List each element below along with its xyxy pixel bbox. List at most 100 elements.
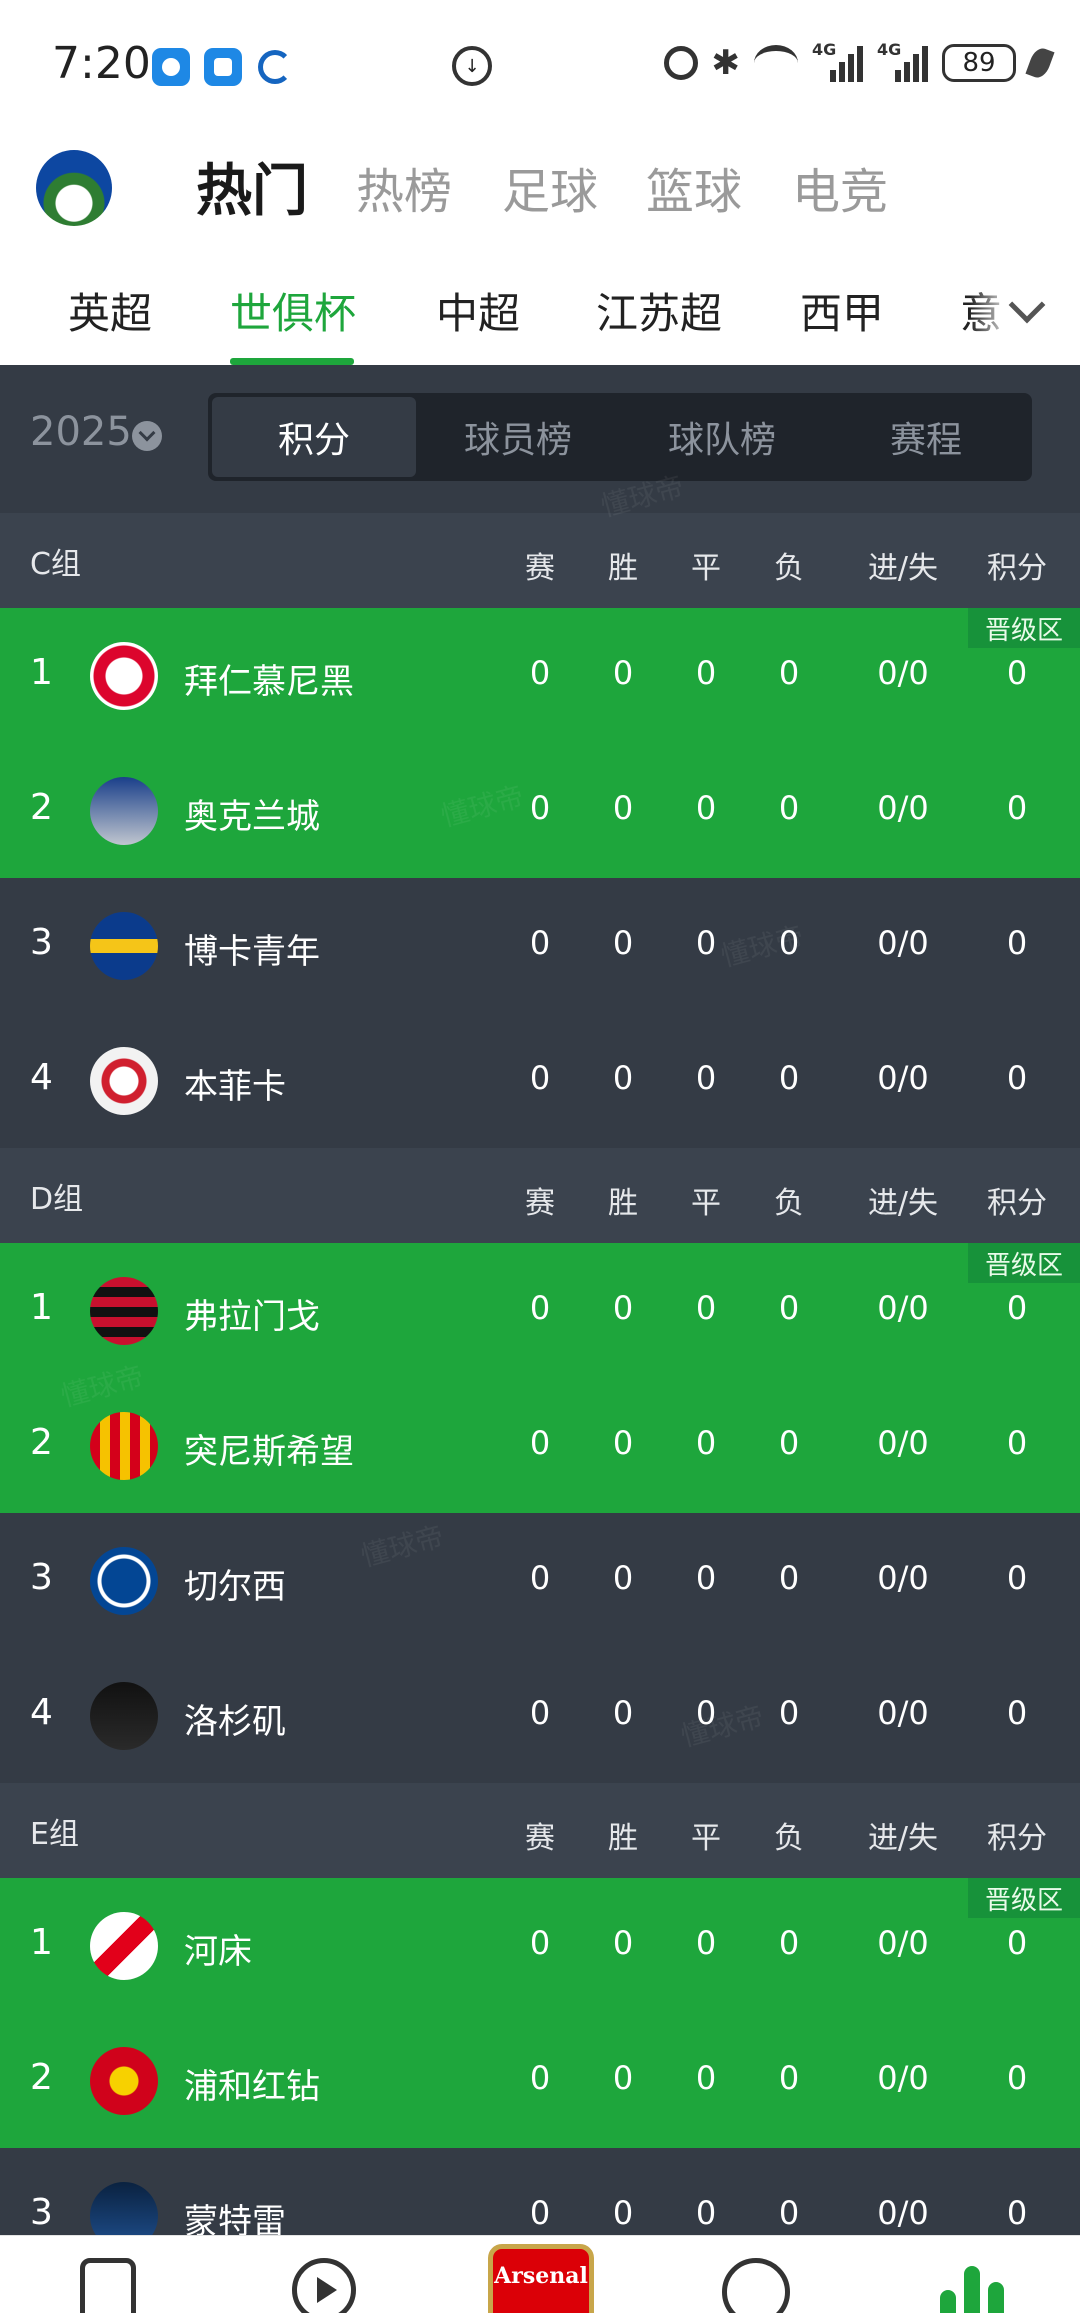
leaf-icon [1025, 45, 1055, 81]
stat-l: 0 [778, 1559, 800, 1597]
advance-zone-badge: 晋级区 [968, 608, 1080, 648]
arsenal-logo-icon[interactable]: Arsenal [488, 2244, 594, 2313]
seg-teams[interactable]: 球队榜 [620, 397, 824, 477]
column-header: 积分 [987, 1186, 1047, 1221]
lafc-logo-icon [90, 1682, 158, 1750]
stat-gf: 0/0 [877, 654, 929, 692]
table-row[interactable]: 3 博卡青年 0 0 0 0 0/0 0 [0, 878, 1080, 1013]
team-name: 本菲卡 [184, 1067, 286, 1107]
stat-gf: 0/0 [877, 924, 929, 962]
stat-l: 0 [778, 654, 800, 692]
seg-schedule[interactable]: 赛程 [824, 397, 1028, 477]
top-header: 热门 热榜 足球 篮球 电竞 [0, 130, 1080, 250]
league-jiangsu[interactable]: 江苏超 [596, 280, 722, 341]
league-club-world-cup[interactable]: 世俱杯 [230, 280, 356, 341]
stat-l: 0 [778, 1059, 800, 1097]
standings-panel: 2025 积分 球员榜 球队榜 赛程 C组赛胜平负进/失 积分 晋级区 1 拜仁慕尼黑 0… [0, 365, 1080, 2235]
table-row[interactable]: 2 突尼斯希望 0 0 0 0 0/0 0 [0, 1378, 1080, 1513]
tab-trending[interactable]: 热榜 [356, 152, 452, 222]
seg-players[interactable]: 球员榜 [416, 397, 620, 477]
column-header: 进/失 [867, 1186, 939, 1221]
table-row[interactable]: 4 洛杉矶 0 0 0 0 0/0 0 [0, 1648, 1080, 1783]
season-year[interactable]: 2025 [30, 409, 132, 455]
stat-pts: 0 [1006, 789, 1028, 827]
team-name: 拜仁慕尼黑 [184, 662, 354, 702]
league-more[interactable] [970, 250, 1080, 365]
flamengo-logo-icon [90, 1277, 158, 1345]
tab-esports[interactable]: 电竞 [792, 152, 888, 222]
stat-pts: 0 [1006, 2194, 1028, 2232]
tab-hot[interactable]: 热门 [196, 146, 308, 227]
team-name: 河床 [184, 1932, 252, 1972]
team-rank: 1 [30, 1922, 53, 1963]
league-csl[interactable]: 中超 [436, 280, 520, 341]
stat-gf: 0/0 [877, 1559, 929, 1597]
stat-gf: 0/0 [877, 2059, 929, 2097]
league-premier-league[interactable]: 英超 [68, 280, 152, 341]
chevron-down-icon[interactable] [1008, 286, 1046, 324]
stat-gf: 0/0 [877, 1694, 929, 1732]
stat-gf: 0/0 [877, 1289, 929, 1327]
ball-icon[interactable] [722, 2258, 790, 2313]
league-laliga[interactable]: 西甲 [800, 280, 884, 341]
column-header: 进/失 [867, 551, 939, 586]
stat-pts: 0 [1006, 1559, 1028, 1597]
table-row[interactable]: 晋级区 1 弗拉门戈 0 0 0 0 0/0 0 [0, 1243, 1080, 1378]
table-row[interactable]: 3 切尔西 0 0 0 0 0/0 0 [0, 1513, 1080, 1648]
team-rank: 2 [30, 1422, 53, 1463]
boca-juniors-logo-icon [90, 912, 158, 980]
bottom-nav: Arsenal [0, 2235, 1080, 2313]
stat-gf: 0/0 [877, 1924, 929, 1962]
table-row[interactable]: 4 本菲卡 0 0 0 0 0/0 0 [0, 1013, 1080, 1148]
signal-icon: 4G [812, 40, 863, 82]
team-rank: 3 [30, 922, 53, 963]
stat-pts: 0 [1006, 924, 1028, 962]
season-dropdown-icon[interactable] [132, 421, 162, 451]
table-row[interactable]: 3 蒙特雷 0 0 0 0 0/0 0 [0, 2148, 1080, 2235]
column-header: 积分 [987, 1821, 1047, 1856]
table-row[interactable]: 2 浦和红钻 0 0 0 0 0/0 0 [0, 2013, 1080, 2148]
benfica-logo-icon [90, 1047, 158, 1115]
data-saver-icon: ↓ [452, 46, 492, 86]
video-icon[interactable] [292, 2258, 356, 2313]
esperance-logo-icon [90, 1412, 158, 1480]
column-header: 负 [774, 1186, 804, 1221]
advance-zone-badge: 晋级区 [968, 1243, 1080, 1283]
active-league-indicator [230, 358, 354, 365]
signal-icon: 4G [877, 40, 928, 82]
group-name: C组 [30, 546, 81, 582]
team-rank: 4 [30, 1057, 53, 1098]
sync-icon [258, 50, 292, 84]
table-row[interactable]: 晋级区 1 拜仁慕尼黑 0 0 0 0 0/0 0 [0, 608, 1080, 743]
tab-basketball[interactable]: 篮球 [646, 152, 742, 222]
team-rank: 1 [30, 652, 53, 693]
table-row[interactable]: 2 奥克兰城 0 0 0 0 0/0 0 [0, 743, 1080, 878]
team-name: 浦和红钻 [184, 2067, 320, 2107]
stat-pts: 0 [1006, 1059, 1028, 1097]
shield-app-icon [204, 48, 242, 86]
team-rank: 4 [30, 1692, 53, 1733]
advance-zone-badge: 晋级区 [968, 1878, 1080, 1918]
team-rank: 3 [30, 2192, 53, 2233]
monterrey-logo-icon [90, 2182, 158, 2235]
chat-app-icon [152, 48, 190, 86]
avatar[interactable] [36, 150, 112, 226]
urawa-logo-icon [90, 2047, 158, 2115]
bayern-logo-icon [90, 642, 158, 710]
data-icon[interactable] [940, 2256, 1004, 2313]
team-rank: 1 [30, 1287, 53, 1328]
battery-icon: 89 [942, 44, 1016, 82]
team-name: 洛杉矶 [184, 1702, 286, 1742]
tab-football[interactable]: 足球 [502, 152, 598, 222]
stat-l: 0 [778, 1924, 800, 1962]
bluetooth-icon: ✱ [711, 43, 741, 83]
news-icon[interactable] [80, 2258, 136, 2313]
stat-pts: 0 [1006, 1694, 1028, 1732]
seg-standings[interactable]: 积分 [212, 397, 416, 477]
table-row[interactable]: 晋级区 1 河床 0 0 0 0 0/0 0 [0, 1878, 1080, 2013]
stat-l: 0 [778, 1289, 800, 1327]
segmented-control: 积分 球员榜 球队榜 赛程 [208, 393, 1032, 481]
stat-l: 0 [778, 1424, 800, 1462]
stat-pts: 0 [1006, 2059, 1028, 2097]
river-plate-logo-icon [90, 1912, 158, 1980]
